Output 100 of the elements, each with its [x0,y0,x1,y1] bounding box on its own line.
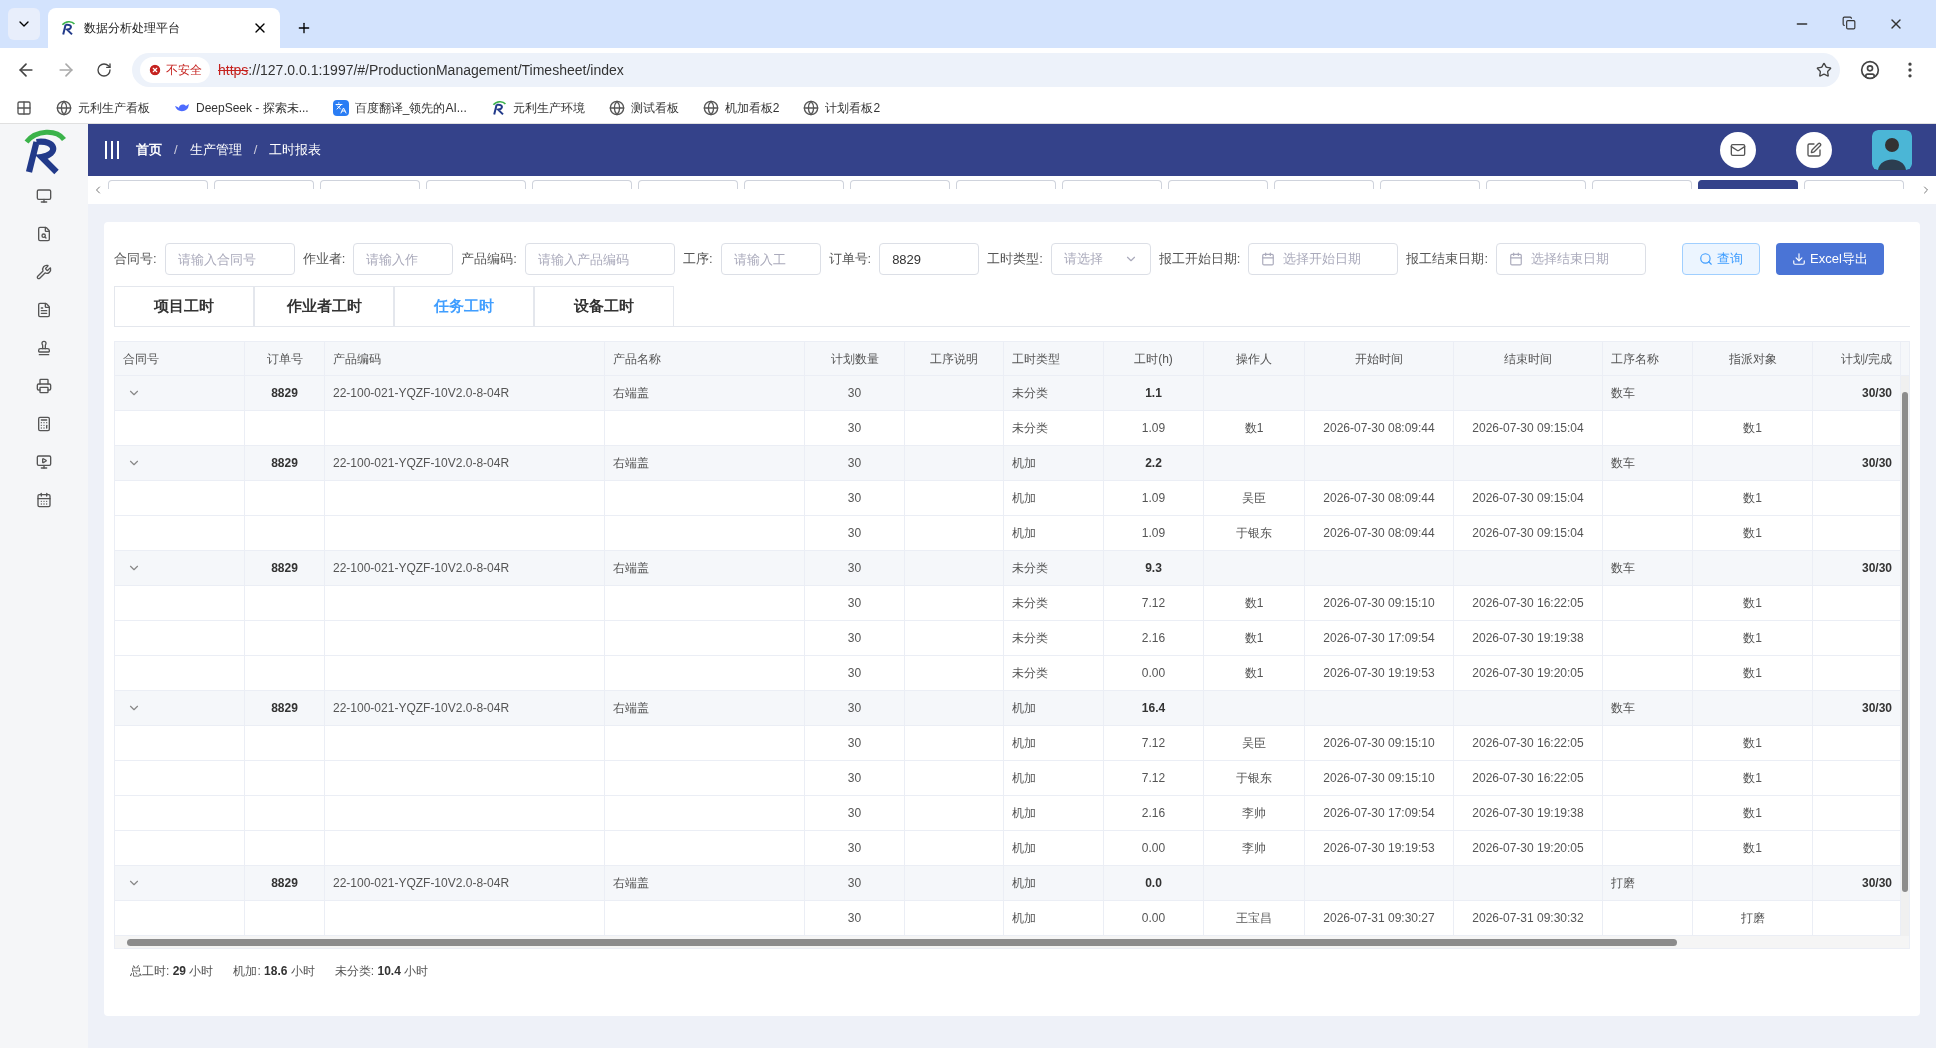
table-cell-text: 0.0 [1145,875,1162,892]
bookmark-link[interactable]: 元利生产看板 [56,98,150,117]
summary-text: 总工时: 29 小时 [130,963,214,980]
globe-icon [56,99,72,116]
address-bar[interactable]: 不安全 https://127.0.0.1:1997/#/ProductionManagement/Timesheet/index [132,53,1840,87]
table-cell-text: 2026-07-30 19:19:38 [1472,630,1584,647]
table-cell-text: 2026-07-30 09:15:04 [1472,490,1584,507]
avatar-icon[interactable] [1872,130,1912,170]
url-text: https://127.0.0.1:1997/#/ProductionManagement/Timesheet/index [218,60,624,80]
table-cell-text: 2026-07-30 09:15:04 [1472,525,1584,542]
input-field[interactable]: 请输入合同号 [164,243,295,275]
table-cell-text: 数1 [1244,630,1264,647]
tab[interactable]: 设备工时 [534,286,674,326]
table-cell-text: 7.12 [1141,770,1166,787]
table-cell-text: 22-100-021-YQZF-10V2.0-8-04R [333,560,510,577]
menu-toggle-icon[interactable] [104,140,120,160]
profile-icon[interactable] [1860,60,1880,80]
insecure-badge[interactable]: 不安全 [140,57,210,83]
table-cell-text: 打磨 [1611,875,1635,892]
table-cell-text: 2026-07-30 19:20:05 [1472,840,1584,857]
table-cell-text: 机加 [1012,700,1036,717]
table-cell-text: 2026-07-30 08:09:44 [1323,490,1435,507]
filter-label: 报工结束日期: [1406,250,1488,269]
monitor-icon[interactable] [36,188,52,204]
new-tab-icon[interactable] [296,20,312,36]
export-button[interactable]: Excel导出 [1776,243,1884,275]
bookmark-link[interactable]: 测试看板 [608,98,679,117]
table-cell-text: 右端盖 [613,560,649,577]
table-cell-text: 2026-07-30 09:15:10 [1323,595,1435,612]
printer-icon[interactable] [36,378,52,394]
reload-icon[interactable] [96,62,112,78]
table-cell-text: 22-100-021-YQZF-10V2.0-8-04R [333,700,510,717]
breadcrumb-item[interactable]: 生产管理 [189,140,242,160]
table-cell-text: 未分类 [1012,630,1048,647]
table-cell-text: 7.12 [1141,735,1166,752]
table-cell-text: 8829 [271,700,298,717]
filter-label: 工时类型: [987,250,1043,269]
table-cell-text: 于银东 [1236,770,1272,787]
table-cell-text: 打磨 [1740,910,1765,927]
apps-icon[interactable] [16,99,32,116]
input-field[interactable]: 请输入工 [720,243,821,275]
column-header: 订单号 [266,350,303,368]
download-icon[interactable] [1792,252,1806,266]
bookmark-link[interactable]: 百度翻译_领先的AI... [332,98,467,117]
table-cell-text: 8829 [271,455,298,472]
table-cell-text: 30/30 [1861,560,1892,577]
table-cell-text: 2026-07-30 08:09:44 [1323,525,1435,542]
stamp-icon[interactable] [36,340,52,356]
table-cell-text: 0.00 [1141,910,1166,927]
calendar-icon[interactable] [36,492,52,508]
search-icon[interactable] [1699,252,1713,266]
table-cell-text: 30 [847,630,862,647]
browser-tab[interactable]: 数据分析处理平台 [48,8,280,48]
table-cell-text: 22-100-021-YQZF-10V2.0-8-04R [333,385,510,402]
table-cell-text: 2026-07-30 08:09:44 [1323,420,1435,437]
file-search-icon[interactable] [36,226,52,242]
table-cell-text: 数车 [1611,385,1635,402]
breadcrumb-item[interactable]: 首页 [136,140,162,160]
table-cell-text: 30 [847,455,862,472]
vertical-scrollbar[interactable] [1901,376,1909,936]
wrench-icon[interactable] [36,264,52,280]
calculator-icon[interactable] [36,416,52,432]
calendar-icon [1509,252,1523,266]
edit-button[interactable] [1796,132,1832,168]
table-cell-text: 数车 [1611,700,1635,717]
filter-label: 作业者: [302,250,346,269]
column-header: 结束时间 [1504,350,1552,368]
table-cell-text: 30 [847,770,862,787]
horizontal-scrollbar[interactable] [115,936,1909,948]
column-header: 计划数量 [830,350,879,368]
table-cell-text: 王宝昌 [1236,910,1272,927]
table-cell-text: 数1 [1743,840,1762,857]
table-cell-text: 2026-07-30 16:22:05 [1472,595,1584,612]
table-cell-text: 未分类 [1012,595,1048,612]
table-cell-text: 数1 [1743,735,1762,752]
bookmark-link[interactable]: 元利生产环境 [490,98,585,117]
input-field[interactable]: 请输入产品编码 [524,243,675,275]
input-field[interactable]: 请输入作 [353,243,454,275]
table-cell-text: 2.16 [1141,805,1166,822]
screen-icon[interactable] [36,454,52,470]
bookmark-link[interactable]: 机加看板2 [702,98,780,117]
document-icon[interactable] [36,302,52,318]
bookmark-link[interactable]: DeepSeek - 探索未... [174,98,309,117]
tab[interactable]: 项目工时 [114,286,254,326]
table-cell-text: 数1 [1743,595,1762,612]
restore-icon[interactable] [1842,16,1856,30]
column-header: 指派对象 [1728,350,1777,368]
table-cell-text: 30 [847,840,862,857]
mail-button[interactable] [1720,132,1756,168]
edit-icon[interactable] [1806,142,1822,158]
breadcrumb-separator: / [253,141,258,160]
bookmark-link[interactable]: 计划看板2 [803,98,881,117]
input-field[interactable]: 8829 [879,243,980,275]
table-cell-text: 数1 [1244,665,1264,682]
column-header: 产品编码 [333,350,381,368]
mail-icon[interactable] [1730,142,1746,158]
table-cell-text: 2026-07-30 17:09:54 [1323,630,1435,647]
bookmark-star-icon[interactable] [1816,62,1832,78]
table-cell-text: 30/30 [1861,875,1892,892]
table-cell-text: 右端盖 [613,875,649,892]
